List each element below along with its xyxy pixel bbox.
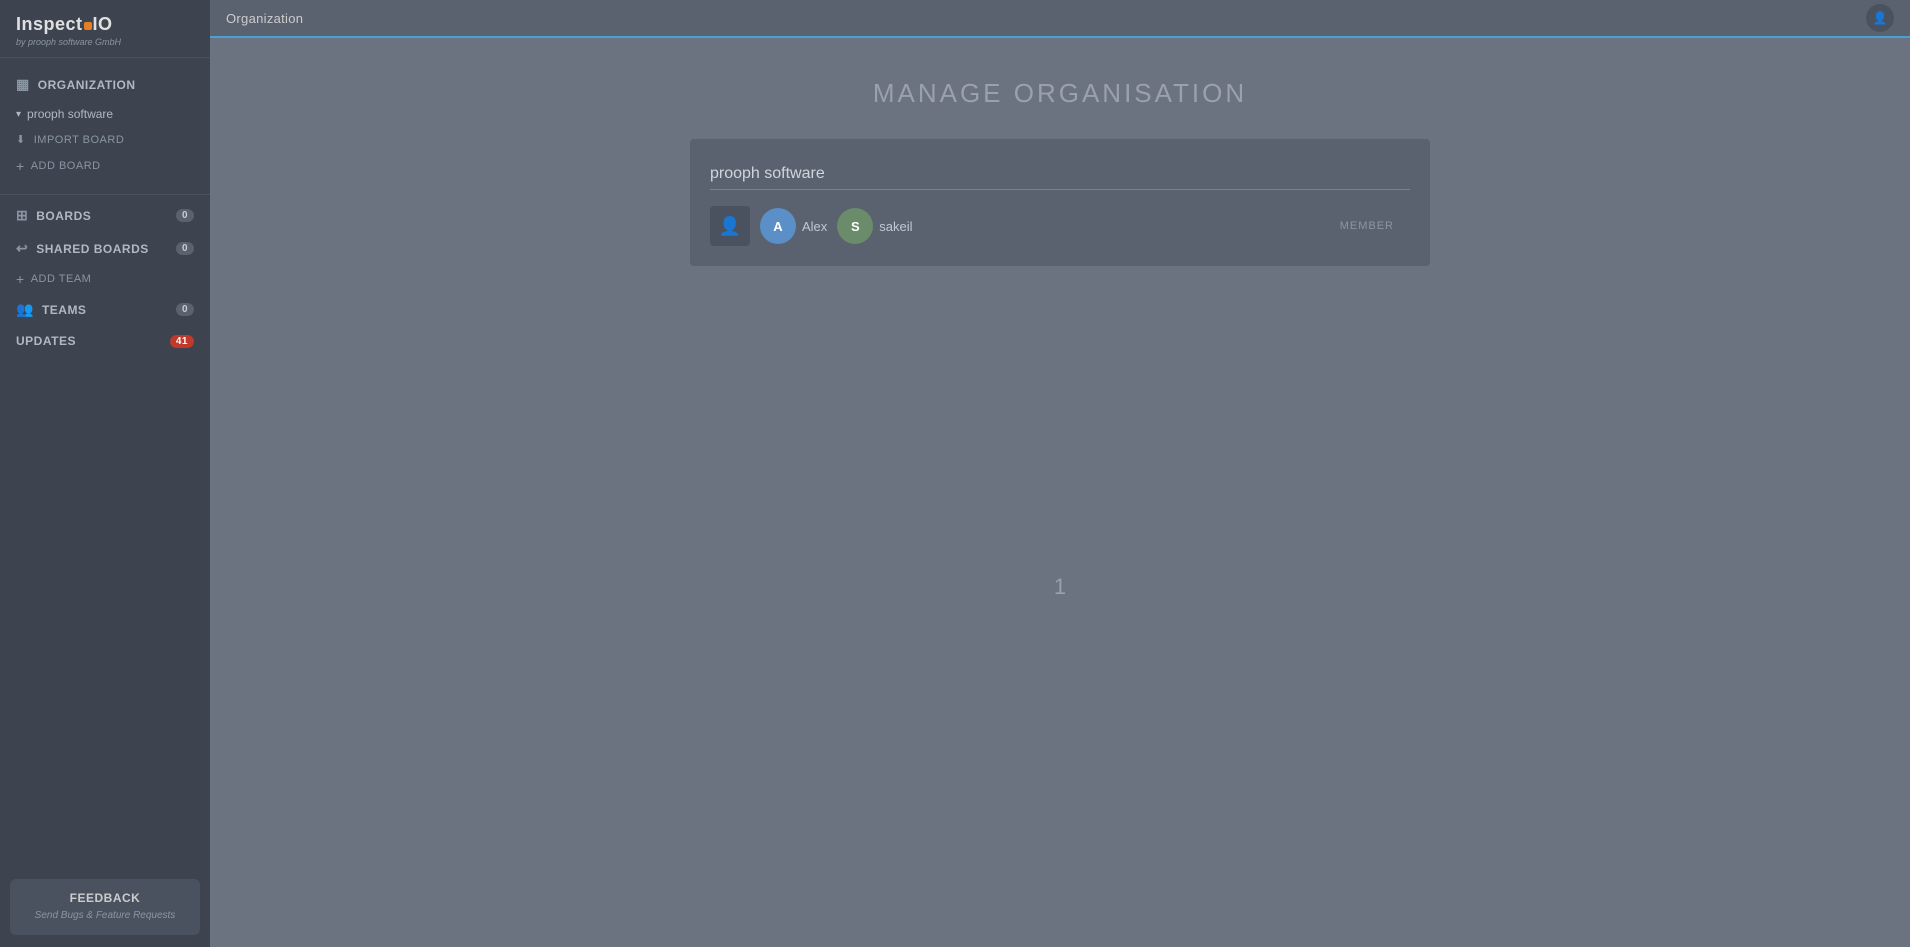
- member-sakeil[interactable]: S sakeil: [837, 208, 912, 244]
- page-number: 1: [1054, 574, 1066, 600]
- sidebar-item-teams[interactable]: 👥 Teams 0: [0, 293, 210, 326]
- sidebar-item-shared-boards[interactable]: ↩ Shared Boards 0: [0, 232, 210, 265]
- content-area: MANAGE ORGANISATION 👤 A Alex S sakeil ME…: [210, 38, 1910, 947]
- import-board-button[interactable]: ⬇ IMPORT BOARD: [0, 127, 210, 152]
- chevron-down-icon: ▾: [16, 109, 21, 120]
- sidebar-org-section: ▦ ORGANIZATION ▾ prooph software ⬇ IMPOR…: [0, 58, 210, 190]
- topbar-right: 👤: [1866, 4, 1894, 32]
- boards-icon: ⊞: [16, 207, 28, 224]
- teams-badge: 0: [176, 303, 194, 316]
- topbar-title: Organization: [226, 11, 303, 26]
- org-label: ORGANIZATION: [38, 78, 136, 92]
- teams-icon: 👥: [16, 301, 34, 318]
- member-alex-name: Alex: [802, 219, 827, 234]
- add-team-button[interactable]: + ADD TEAM: [0, 265, 210, 293]
- sidebar-org-name[interactable]: ▾ prooph software: [0, 101, 210, 127]
- person-add-icon: 👤: [719, 216, 741, 237]
- organization-icon: ▦: [16, 76, 30, 93]
- sidebar-item-updates[interactable]: Updates 41: [0, 326, 210, 356]
- sidebar-item-boards[interactable]: ⊞ Boards 0: [0, 199, 210, 232]
- download-icon: ⬇: [16, 133, 26, 146]
- feedback-box[interactable]: FEEDBACK Send Bugs & Feature Requests: [10, 879, 200, 935]
- avatar-sakeil: S: [837, 208, 873, 244]
- member-sakeil-name: sakeil: [879, 219, 912, 234]
- logo-title: InspectIO: [16, 14, 194, 35]
- boards-badge: 0: [176, 209, 194, 222]
- member-section: 👤 A Alex S sakeil MEMBER: [710, 206, 1410, 246]
- divider-1: [0, 194, 210, 195]
- shared-boards-badge: 0: [176, 242, 194, 255]
- org-card: 👤 A Alex S sakeil MEMBER: [690, 139, 1430, 266]
- feedback-title: FEEDBACK: [22, 891, 188, 905]
- avatar-alex: A: [760, 208, 796, 244]
- add-member-button[interactable]: 👤: [710, 206, 750, 246]
- shared-boards-icon: ↩: [16, 240, 28, 257]
- logo-subtitle: by prooph software GmbH: [16, 37, 194, 47]
- add-board-button[interactable]: + ADD BOARD: [0, 152, 210, 180]
- user-avatar[interactable]: 👤: [1866, 4, 1894, 32]
- updates-badge: 41: [170, 335, 194, 348]
- org-name-input[interactable]: [710, 159, 1410, 190]
- org-name: prooph software: [27, 107, 113, 121]
- plus-icon-team: +: [16, 271, 25, 287]
- sidebar: InspectIO by prooph software GmbH ▦ ORGA…: [0, 0, 210, 947]
- logo: InspectIO by prooph software GmbH: [0, 0, 210, 58]
- main-content: Organization 👤 MANAGE ORGANISATION 👤 A A…: [210, 0, 1910, 947]
- plus-icon: +: [16, 158, 25, 174]
- member-label: MEMBER: [1340, 220, 1394, 232]
- member-alex[interactable]: A Alex: [760, 208, 827, 244]
- page-title: MANAGE ORGANISATION: [873, 78, 1247, 109]
- topbar: Organization 👤: [210, 0, 1910, 38]
- feedback-subtitle: Send Bugs & Feature Requests: [22, 909, 188, 923]
- sidebar-item-organization[interactable]: ▦ ORGANIZATION: [0, 68, 210, 101]
